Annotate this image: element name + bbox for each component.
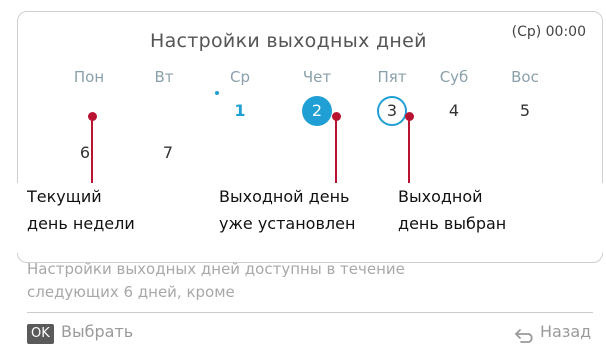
- day-label-tue: Вт: [154, 68, 174, 86]
- callout-holiday-selected-line1: Выходной: [398, 187, 483, 206]
- day-thu[interactable]: 2: [302, 96, 332, 126]
- info-text: Настройки выходных дней доступны в течен…: [27, 258, 547, 304]
- pointer-line-holiday-set: [335, 116, 337, 186]
- day-wed[interactable]: 1: [225, 96, 255, 126]
- day-sun[interactable]: 5: [510, 96, 540, 126]
- screen-title: Настройки выходных дней: [150, 30, 427, 52]
- pointer-line-current-day: [91, 116, 93, 186]
- clock: (Ср) 00:00: [511, 24, 586, 40]
- ok-button-badge[interactable]: OK: [27, 324, 54, 344]
- callout-current-day: Текущий день недели: [27, 183, 207, 253]
- day-label-fri: Пят: [377, 68, 407, 86]
- day-label-wed: Ср: [230, 68, 250, 86]
- pointer-line-holiday-selected: [408, 116, 410, 186]
- day-label-sat: Суб: [439, 68, 469, 86]
- callout-holiday-set: Выходной день уже установлен: [219, 183, 389, 253]
- day-label-sun: Вос: [511, 68, 539, 86]
- day-label-thu: Чет: [302, 68, 332, 86]
- today-marker-dot: [215, 91, 219, 95]
- callout-holiday-set-line2: уже установлен: [219, 214, 356, 233]
- callout-current-day-line2: день недели: [27, 214, 135, 233]
- callout-holiday-selected-line2: день выбран: [398, 214, 507, 233]
- day-sat[interactable]: 4: [439, 96, 469, 126]
- footer-divider: [27, 312, 593, 313]
- back-label[interactable]: Назад: [540, 322, 591, 341]
- day-mon[interactable]: 6: [70, 138, 100, 168]
- select-label[interactable]: Выбрать: [61, 322, 133, 341]
- day-tue[interactable]: 7: [153, 138, 183, 168]
- callout-holiday-selected: Выходной день выбран: [398, 183, 558, 253]
- return-arrow-icon[interactable]: [514, 327, 536, 343]
- day-fri[interactable]: 3: [377, 96, 407, 126]
- info-text-line1: Настройки выходных дней доступны в течен…: [27, 260, 405, 278]
- day-label-mon: Пон: [73, 68, 105, 86]
- callout-holiday-set-line1: Выходной день: [219, 187, 350, 206]
- info-text-line2: следующих 6 дней, кроме: [27, 283, 235, 301]
- callout-current-day-line1: Текущий: [27, 187, 102, 206]
